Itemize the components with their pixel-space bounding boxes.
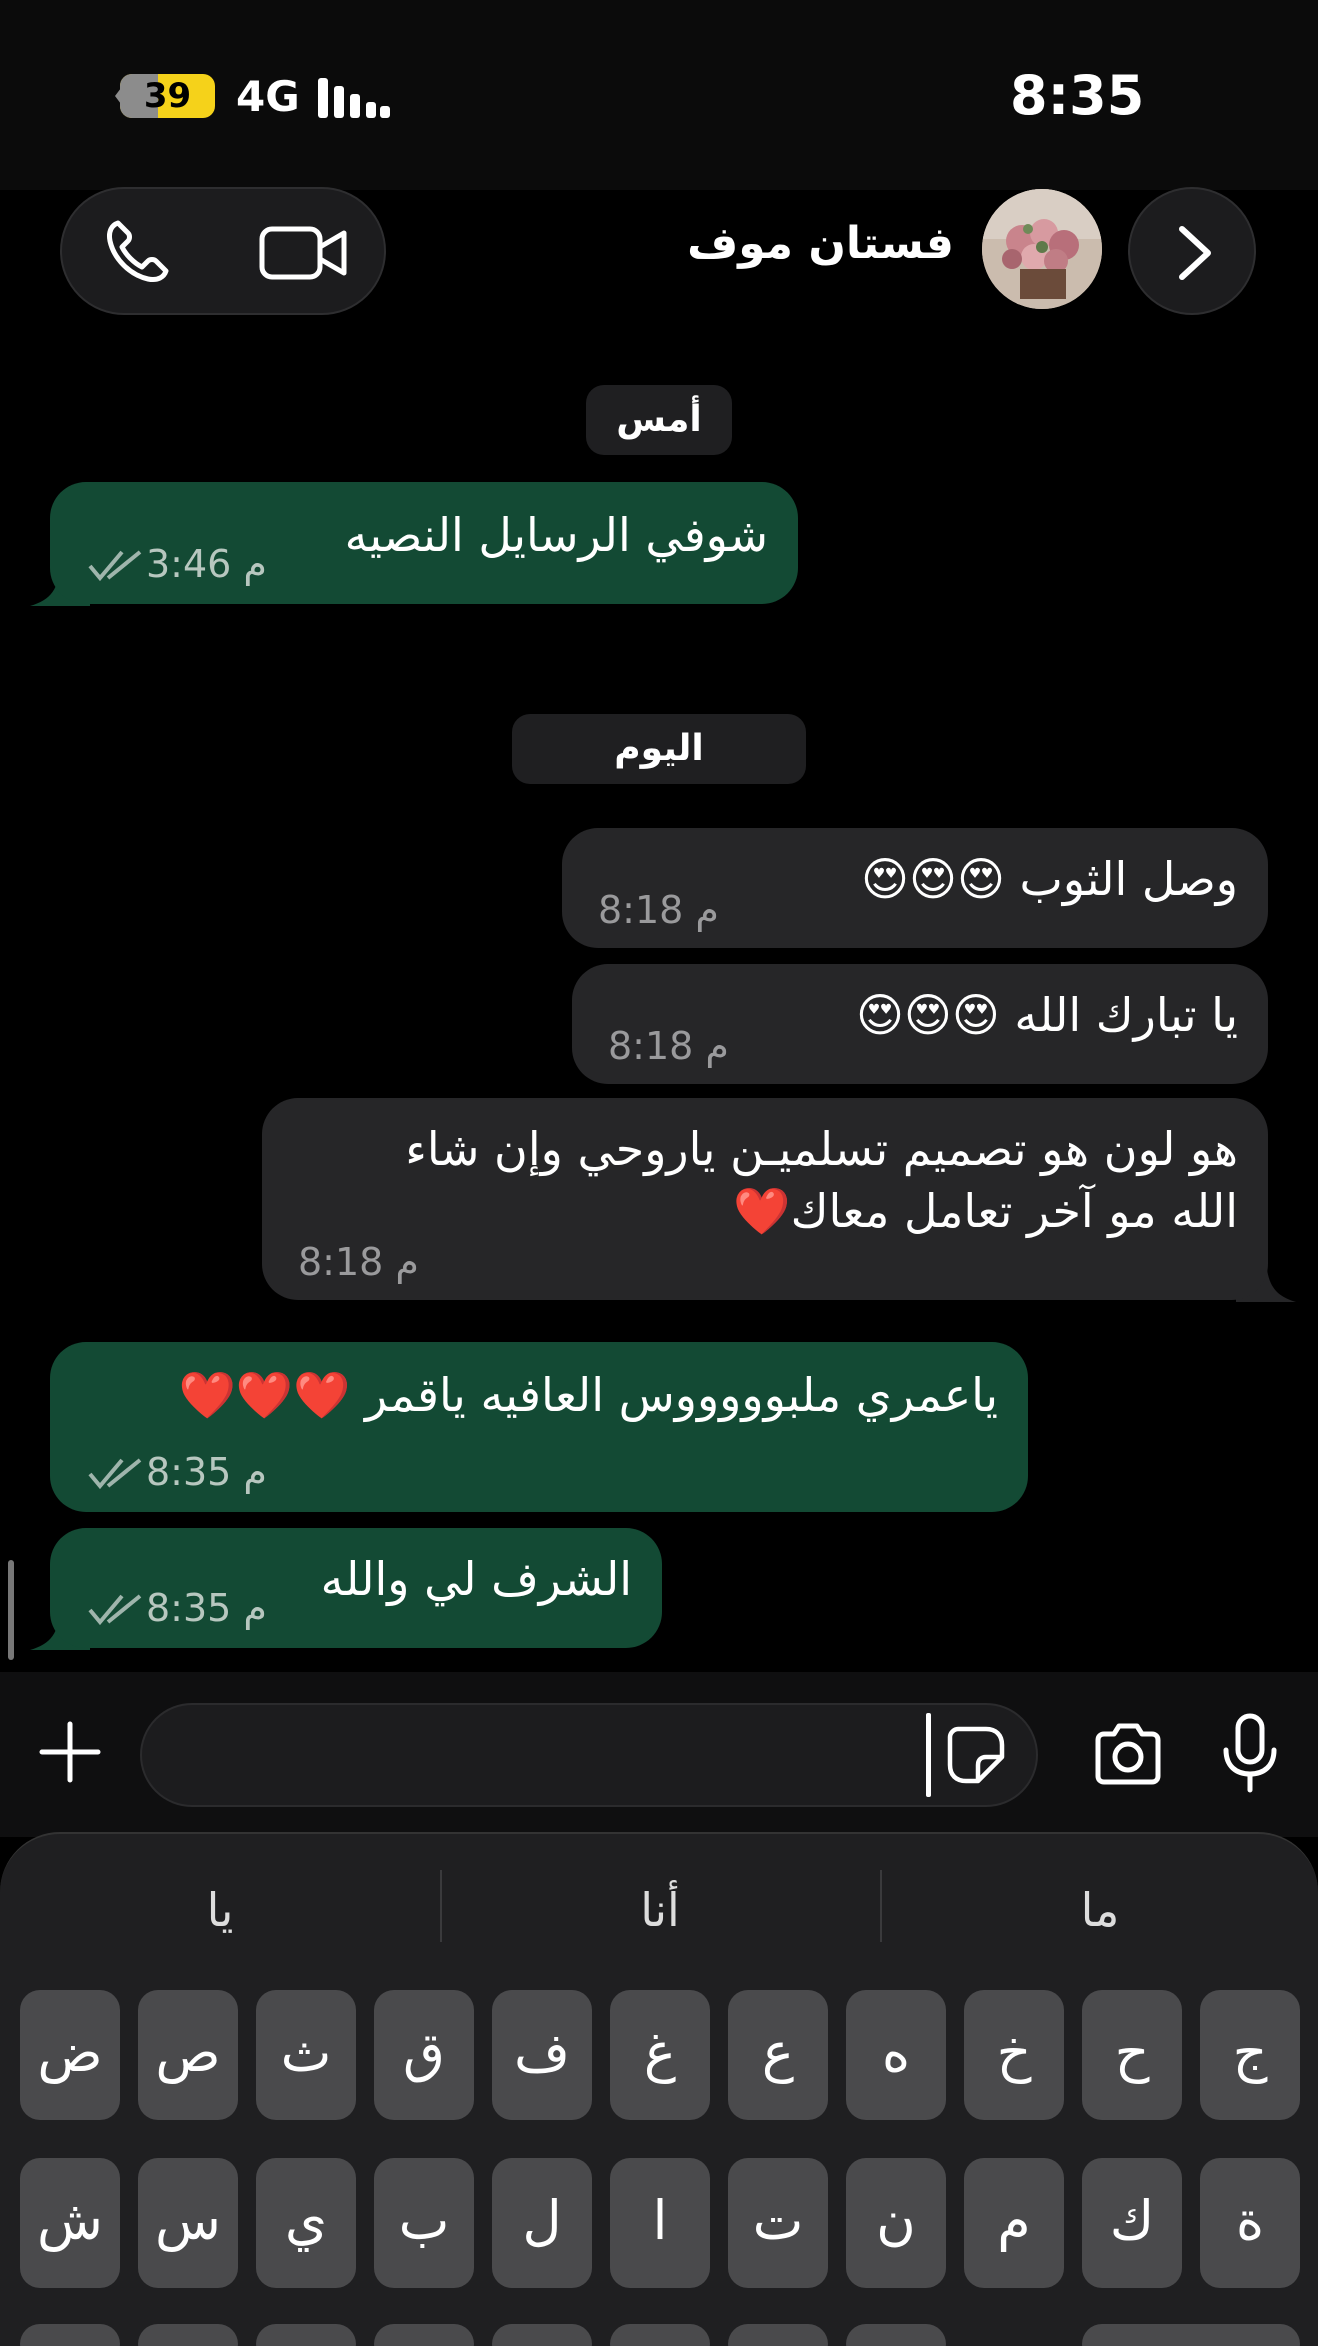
key[interactable]: ه	[846, 1990, 946, 2120]
back-button[interactable]	[1128, 187, 1256, 315]
read-ticks-icon	[88, 1458, 142, 1490]
key[interactable]: ث	[256, 1990, 356, 2120]
key[interactable]: س	[138, 2158, 238, 2288]
suggestion-divider	[880, 1870, 882, 1942]
key[interactable]: ق	[374, 1990, 474, 2120]
key[interactable]: م	[964, 2158, 1064, 2288]
message-input[interactable]	[140, 1703, 1038, 1807]
chevron-right-icon	[1179, 226, 1211, 280]
sticker-icon[interactable]	[946, 1725, 1006, 1785]
key-partial	[610, 2324, 710, 2346]
battery-level: 39	[143, 76, 192, 116]
key[interactable]: ي	[256, 2158, 356, 2288]
message-text: وصل الثوب 😍😍😍	[861, 852, 1238, 906]
microphone-icon[interactable]	[1218, 1712, 1282, 1796]
key[interactable]: ك	[1082, 2158, 1182, 2288]
message-text: هو لون هو تصميم تسلميـن ياروحي وإن شاء ا…	[405, 1122, 1238, 1238]
key[interactable]: ة	[1200, 2158, 1300, 2288]
key[interactable]: ا	[610, 2158, 710, 2288]
key[interactable]: ل	[492, 2158, 592, 2288]
camera-icon[interactable]	[1092, 1718, 1164, 1790]
date-chip-yesterday: أمس	[586, 385, 732, 455]
suggestion-divider	[440, 1870, 442, 1942]
plus-icon[interactable]	[38, 1720, 102, 1784]
suggestion-3[interactable]: يا	[70, 1870, 370, 1950]
key-partial	[20, 2324, 120, 2346]
read-ticks-icon	[88, 550, 142, 582]
message-text: الشرف لي والله	[320, 1552, 632, 1606]
contact-avatar[interactable]	[982, 189, 1102, 309]
status-time: 8:35	[1010, 64, 1145, 127]
battery-tip-icon	[115, 88, 121, 104]
key[interactable]: ح	[1082, 1990, 1182, 2120]
signal-bars-icon	[318, 78, 390, 118]
key[interactable]: ع	[728, 1990, 828, 2120]
key-partial	[728, 2324, 828, 2346]
read-ticks-icon	[88, 1594, 142, 1626]
message-text: شوفي الرسايل النصيه	[344, 508, 768, 562]
date-chip-today: اليوم	[512, 714, 806, 784]
message-time: 8:35 م	[146, 1586, 267, 1630]
network-type: 4G	[236, 72, 300, 121]
flower-bouquet-image	[982, 189, 1102, 309]
message-time: 8:35 م	[146, 1450, 267, 1494]
key-partial	[492, 2324, 592, 2346]
contact-name[interactable]: فستان موف	[687, 218, 954, 269]
key[interactable]: ض	[20, 1990, 120, 2120]
key-partial	[374, 2324, 474, 2346]
key-partial	[138, 2324, 238, 2346]
key-partial	[1082, 2324, 1300, 2346]
message-time: 8:18 م	[598, 888, 719, 932]
key[interactable]: ب	[374, 2158, 474, 2288]
suggestion-2[interactable]: أنا	[510, 1870, 810, 1950]
phone-icon[interactable]	[96, 213, 176, 293]
message-time: 8:18 م	[608, 1024, 729, 1068]
key[interactable]: ش	[20, 2158, 120, 2288]
key[interactable]: خ	[964, 1990, 1064, 2120]
message-text: ياعمري ملبوووووس العافيه ياقمر ❤️❤️❤️	[178, 1368, 998, 1422]
key[interactable]: ج	[1200, 1990, 1300, 2120]
key[interactable]: ف	[492, 1990, 592, 2120]
scrollbar[interactable]	[8, 1560, 14, 1660]
message-time: 8:18 م	[298, 1240, 419, 1284]
key[interactable]: ت	[728, 2158, 828, 2288]
key[interactable]: ن	[846, 2158, 946, 2288]
text-cursor	[926, 1713, 931, 1797]
key-partial	[846, 2324, 946, 2346]
key[interactable]: غ	[610, 1990, 710, 2120]
key-partial	[256, 2324, 356, 2346]
message-text: يا تبارك الله 😍😍😍	[855, 988, 1238, 1042]
message-time: 3:46 م	[146, 542, 267, 586]
video-call-icon[interactable]	[258, 213, 350, 293]
battery-indicator: 39	[120, 74, 215, 118]
call-actions	[60, 187, 386, 315]
suggestion-1[interactable]: ما	[950, 1870, 1250, 1950]
key[interactable]: ص	[138, 1990, 238, 2120]
